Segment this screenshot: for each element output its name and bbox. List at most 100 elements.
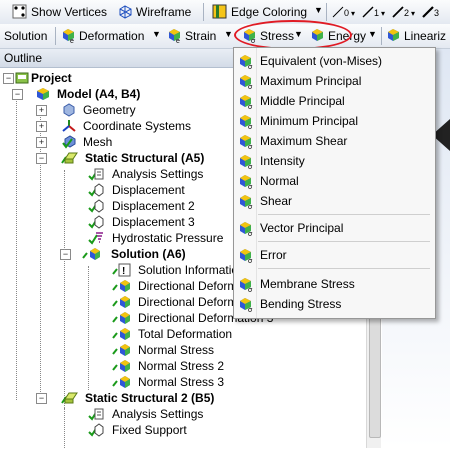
coordinate-systems-icon [62, 119, 76, 133]
toolbar-separator [203, 3, 204, 21]
svg-text:!: ! [122, 266, 125, 277]
fixed-support-icon [88, 423, 104, 437]
svg-text:2: 2 [404, 8, 409, 18]
tree-item-total-deformation[interactable]: Total Deformation [0, 326, 360, 342]
tree-item-analysis-settings-b5[interactable]: Analysis Settings [0, 406, 360, 422]
stress-result-icon: σ [239, 174, 254, 192]
menu-item-minimum-principal[interactable]: σ Minimum Principal [234, 111, 435, 131]
menu-separator [258, 241, 430, 242]
menu-item-maximum-shear[interactable]: σ Maximum Shear [234, 131, 435, 151]
deformation-dropdown-icon[interactable]: ▼ [152, 29, 161, 39]
solution-toolbar: Solution e Deformation ▼ e Strain ▼ σ St… [0, 24, 450, 49]
collapse-icon[interactable]: − [36, 393, 47, 404]
tree-item-normal-stress-3[interactable]: Normal Stress 3 [0, 374, 360, 390]
show-vertices-icon [12, 4, 27, 19]
analysis-settings-icon [88, 167, 104, 181]
edge-coloring-dropdown-icon[interactable]: ▼ [314, 5, 323, 15]
energy-dropdown-icon[interactable]: ▼ [368, 29, 377, 39]
edge-thickness-2-icon[interactable]: 2 ▾ [391, 4, 415, 19]
strain-button[interactable]: Strain [185, 29, 216, 43]
toolbar-separator [381, 27, 382, 45]
svg-text:σ: σ [248, 231, 253, 236]
wireframe-icon [118, 4, 133, 19]
svg-text:σ: σ [248, 184, 253, 189]
edge-thickness-1-icon[interactable]: 1 ▾ [361, 4, 385, 19]
svg-text:σ: σ [248, 287, 253, 292]
geometry-icon [62, 103, 76, 117]
displacement-icon [88, 199, 104, 213]
svg-text:σ: σ [248, 64, 253, 69]
svg-text:σ: σ [248, 104, 253, 109]
strain-dropdown-icon[interactable]: ▼ [224, 29, 233, 39]
edge-thickness-0-icon[interactable]: 0 ▾ [331, 4, 355, 19]
expand-icon[interactable]: + [36, 137, 47, 148]
result-cube-icon [112, 343, 134, 357]
strain-icon: e [167, 28, 182, 45]
tree-item-static-structural-2-b5[interactable]: − Static Structural 2 (B5) [0, 390, 360, 406]
stress-result-icon: σ [239, 221, 254, 239]
deformation-icon: e [61, 28, 76, 45]
solution-information-icon: ! [112, 263, 134, 277]
menu-separator [258, 214, 430, 215]
menu-item-middle-principal[interactable]: σ Middle Principal [234, 91, 435, 111]
hydrostatic-pressure-icon [88, 231, 103, 245]
svg-text:e: e [176, 38, 180, 43]
toolbar-separator [326, 3, 327, 21]
stress-result-icon: σ [239, 74, 254, 92]
display-toolbar: Show Vertices Wireframe Edge Coloring ▼ … [0, 0, 450, 25]
collapse-icon[interactable]: − [3, 73, 14, 84]
svg-text:e: e [70, 38, 74, 43]
collapse-icon[interactable]: − [36, 153, 47, 164]
menu-item-bending-stress[interactable]: σ Bending Stress [234, 294, 435, 314]
show-vertices-button[interactable]: Show Vertices [31, 5, 107, 19]
project-icon [15, 71, 29, 85]
edge-thickness-3-icon[interactable]: 3 [421, 4, 439, 19]
collapse-icon[interactable]: − [60, 249, 71, 260]
expand-icon[interactable]: + [36, 105, 47, 116]
tree-item-normal-stress[interactable]: Normal Stress [0, 342, 360, 358]
svg-text:▾: ▾ [411, 9, 415, 18]
menu-item-membrane-stress[interactable]: σ Membrane Stress [234, 274, 435, 294]
tree-item-normal-stress-2[interactable]: Normal Stress 2 [0, 358, 360, 374]
menu-item-shear[interactable]: σ Shear [234, 191, 435, 211]
model-cube-icon [36, 87, 50, 101]
solution-button[interactable]: Solution [4, 29, 47, 43]
mesh-check-icon [62, 135, 76, 149]
svg-text:σ: σ [248, 258, 253, 263]
tree-item-fixed-support[interactable]: Fixed Support [0, 422, 360, 438]
displacement-icon [88, 215, 104, 229]
result-cube-icon [112, 279, 134, 293]
edge-coloring-icon [212, 4, 227, 19]
deformation-button[interactable]: Deformation [79, 29, 144, 43]
menu-separator [258, 268, 430, 269]
stress-dropdown-menu: σ Equivalent (von-Mises) σ Maximum Princ… [233, 47, 436, 319]
stress-result-icon: σ [239, 248, 254, 266]
static-structural-icon [60, 391, 80, 405]
collapse-icon[interactable]: − [12, 89, 23, 100]
result-cube-icon [112, 375, 134, 389]
edge-btn-0-label: 0 [344, 8, 349, 18]
menu-item-error[interactable]: σ Error [234, 245, 435, 265]
expand-icon[interactable]: + [36, 121, 47, 132]
stress-result-icon: σ [239, 54, 254, 72]
stress-result-icon: σ [239, 94, 254, 112]
svg-text:σ: σ [248, 84, 253, 89]
stress-result-icon: σ [239, 154, 254, 172]
menu-item-normal[interactable]: σ Normal [234, 171, 435, 191]
result-cube-icon [112, 295, 134, 309]
menu-item-vector-principal[interactable]: σ Vector Principal [234, 218, 435, 238]
linearized-stress-button[interactable]: Lineariz [404, 29, 446, 43]
static-structural-icon [60, 151, 80, 165]
menu-item-maximum-principal[interactable]: σ Maximum Principal [234, 71, 435, 91]
stress-result-icon: σ [239, 277, 254, 295]
menu-item-intensity[interactable]: σ Intensity [234, 151, 435, 171]
stress-result-icon: σ [239, 194, 254, 212]
stress-result-icon: σ [239, 114, 254, 132]
stress-highlight-ring [234, 20, 352, 50]
svg-text:▾: ▾ [351, 9, 355, 18]
stress-result-icon: σ [239, 297, 254, 315]
edge-coloring-button[interactable]: Edge Coloring [231, 5, 307, 19]
svg-text:σ: σ [248, 307, 253, 312]
menu-item-equivalent-von-mises[interactable]: σ Equivalent (von-Mises) [234, 51, 435, 71]
wireframe-button[interactable]: Wireframe [136, 5, 191, 19]
